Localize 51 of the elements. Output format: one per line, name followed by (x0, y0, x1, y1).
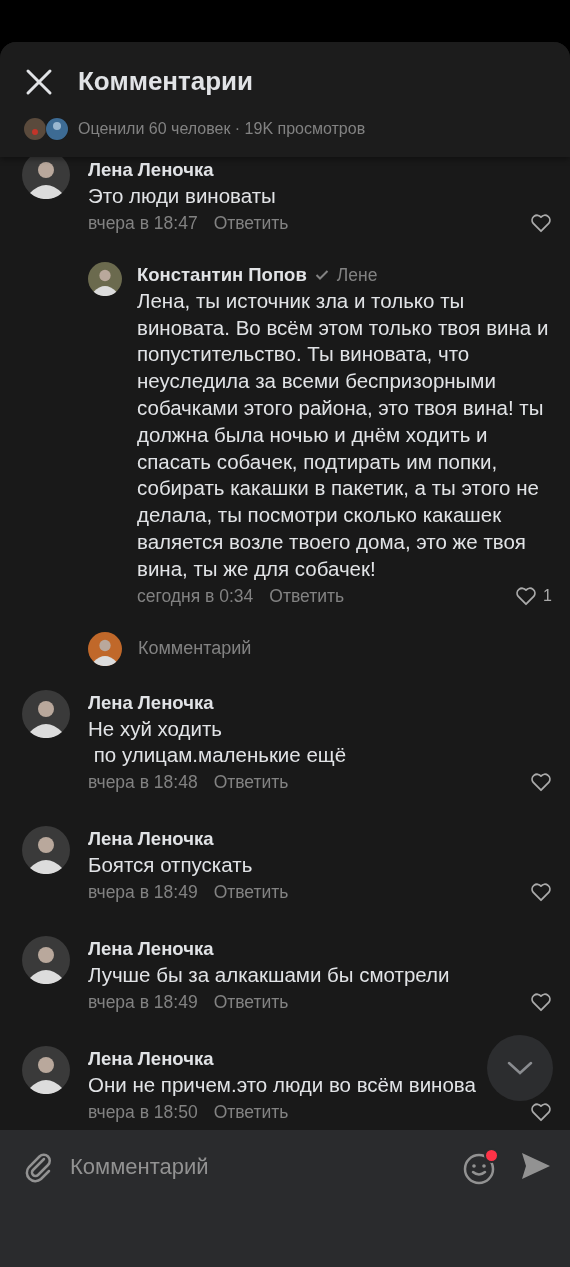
like-icon (530, 212, 552, 233)
author-name[interactable]: Лена Леночка (88, 935, 214, 962)
avatar[interactable] (22, 826, 70, 875)
avatar[interactable] (22, 157, 70, 199)
comment-text: Это люди виноваты (88, 183, 276, 209)
avatar[interactable] (22, 689, 70, 738)
reply-link[interactable]: Ответить (213, 1098, 289, 1125)
avatar[interactable] (88, 631, 122, 666)
comment-time: вчера в 18:49 (88, 880, 198, 904)
author-name[interactable]: Константин Попов (137, 261, 307, 288)
comment-time: вчера в 18:50 (88, 1100, 198, 1124)
reply-link[interactable]: Ответить (213, 878, 289, 905)
comment-text: Лена, ты источник зла и только ты виновата. Во всём этом только твоя вина и попустительство. Ты виновата, что неуследила за всеми беспризорными собачками этого района, это твоя вина! ты должна была ночью и днём ходить и спасать собачек, подтирать им попки, собирать какашки в пакетик, а ты этого не делала, ты посмотри сколько какашек валяется возле твоего дома, это же твоя вина, ты же для собачек! (137, 287, 550, 582)
like-icon (530, 772, 552, 793)
comment-text: Лучше бы за алкакшами бы смотрели (88, 961, 450, 988)
like-icon (530, 881, 552, 902)
comment-time: вчера в 18:49 (88, 990, 198, 1014)
liker-avatars-icon (24, 117, 70, 141)
header-title: Комментарии (78, 65, 254, 98)
like-button[interactable] (530, 212, 552, 233)
reply-link[interactable]: Ответить (269, 582, 345, 609)
like-icon (530, 991, 552, 1012)
author-name[interactable]: Лена Леночка (88, 1045, 214, 1072)
reply-link[interactable]: Ответить (213, 988, 289, 1015)
reply-field[interactable]: Комментарий (138, 635, 370, 663)
like-button[interactable] (530, 991, 552, 1012)
comment-text: Они не причем.это люди во всём винова (88, 1071, 476, 1098)
author-name[interactable]: Лена Леночка (88, 689, 214, 716)
comment-time: сегодня в 0:34 (137, 584, 254, 608)
comment-text: Не хуй ходить по улицам.маленькие ещё (88, 715, 347, 769)
comment-text: Боятся отпускать (88, 852, 253, 879)
like-button[interactable] (530, 772, 552, 793)
comment-time: вчера в 18:47 (88, 211, 198, 235)
like-button[interactable] (530, 1101, 552, 1122)
like-icon (515, 585, 538, 606)
author-name[interactable]: Лена Леночка (88, 826, 214, 853)
comment-time: вчера в 18:48 (88, 771, 198, 795)
send-icon[interactable] (520, 1150, 552, 1182)
reply-to-name[interactable]: Лене (336, 261, 378, 288)
post-stats: Оценили 60 человек · 19K просмотров (78, 119, 366, 139)
like-button[interactable]: 1 (515, 583, 552, 608)
chevron-down-icon (507, 1061, 533, 1075)
like-button[interactable] (530, 881, 552, 902)
comment-field[interactable]: Комментарий (70, 1150, 448, 1183)
like-icon (530, 1101, 552, 1122)
author-name[interactable]: Лена Леночка (88, 157, 214, 183)
reply-link[interactable]: Ответить (213, 209, 289, 236)
avatar[interactable] (22, 935, 70, 984)
avatar[interactable] (22, 1045, 70, 1094)
avatar[interactable] (88, 261, 122, 296)
reply-link[interactable]: Ответить (213, 769, 289, 796)
